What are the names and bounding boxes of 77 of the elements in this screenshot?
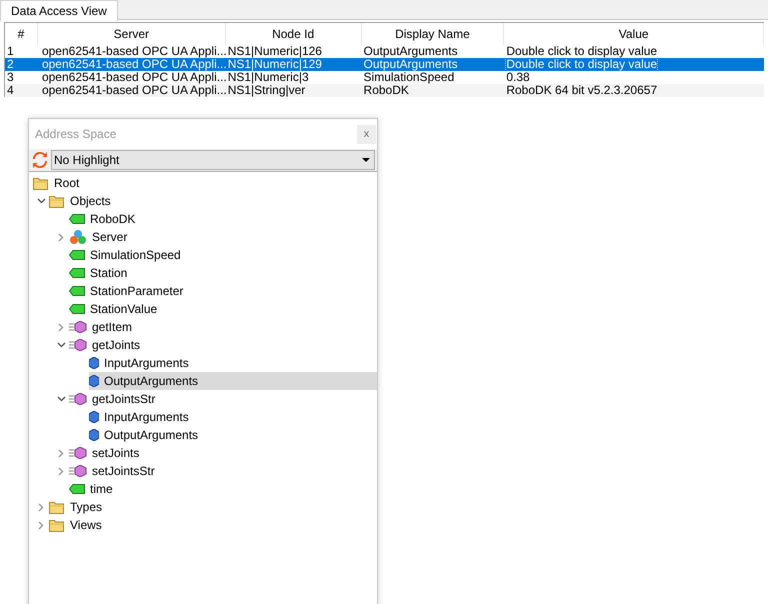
table-cell: NS1|Numeric|126 bbox=[228, 45, 322, 58]
table-row[interactable]: 2 open62541-based OPC UA Appli...NS1|Numeric|129 OutputArguments Double click to display value bbox=[5, 58, 764, 71]
table-cell: open62541-based OPC UA Appli... bbox=[42, 58, 226, 71]
tree-item[interactable]: Views bbox=[49, 516, 106, 534]
table-cell: OutputArguments bbox=[364, 58, 458, 71]
collapse-icon[interactable] bbox=[56, 342, 66, 348]
table-cell: 3 bbox=[7, 71, 14, 84]
panel-title: Address Space bbox=[35, 126, 118, 143]
view-tab[interactable]: Data Access View bbox=[0, 0, 118, 21]
method-icon bbox=[69, 321, 87, 333]
tree-item[interactable]: SimulationSpeed bbox=[69, 246, 185, 264]
tree-item[interactable]: InputArguments bbox=[89, 354, 193, 372]
expand-icon[interactable] bbox=[58, 322, 64, 332]
caret-icon bbox=[362, 158, 370, 162]
folder-icon bbox=[49, 518, 65, 532]
table-cell: OutputArguments bbox=[364, 45, 458, 58]
tag-icon bbox=[69, 250, 85, 260]
expand-icon[interactable] bbox=[38, 520, 44, 530]
table-cell: open62541-based OPC UA Appli... bbox=[42, 84, 226, 97]
tag-icon bbox=[69, 304, 85, 314]
tree-item[interactable]: setJoints bbox=[69, 444, 144, 462]
tree-item[interactable]: Station bbox=[69, 264, 132, 282]
tree-item[interactable]: Types bbox=[49, 498, 106, 516]
method-icon bbox=[69, 447, 87, 459]
tree-item[interactable]: time bbox=[69, 480, 117, 498]
tag-icon bbox=[69, 214, 85, 224]
collapse-icon[interactable] bbox=[36, 198, 46, 204]
expand-icon[interactable] bbox=[58, 232, 64, 242]
collapse-icon[interactable] bbox=[56, 396, 66, 402]
tree-item[interactable]: InputArguments bbox=[89, 408, 193, 426]
table-cell: Double click to display value bbox=[506, 45, 658, 58]
tree-item[interactable]: Server bbox=[69, 228, 132, 246]
tree-item[interactable]: RoboDK bbox=[69, 210, 140, 228]
tree-item[interactable]: Root bbox=[33, 174, 84, 192]
tree-item[interactable]: StationValue bbox=[69, 300, 162, 318]
property-icon bbox=[89, 429, 99, 441]
table-cell: RoboDK 64 bit v5.2.3.20657 bbox=[506, 84, 658, 97]
table-row[interactable]: 4 open62541-based OPC UA Appli...NS1|String|ver RoboDK RoboDK 64 bit v5.2.3.20657 bbox=[5, 84, 764, 97]
table-cell: 2 bbox=[7, 58, 14, 71]
table-cell: SimulationSpeed bbox=[364, 71, 454, 84]
table-cell: open62541-based OPC UA Appli... bbox=[42, 71, 226, 84]
tree-item[interactable]: OutputArguments bbox=[89, 426, 202, 444]
expand-icon[interactable] bbox=[58, 466, 64, 476]
expand-icon[interactable] bbox=[58, 448, 64, 458]
tag-icon bbox=[69, 268, 85, 278]
cubes-icon bbox=[69, 229, 87, 245]
method-icon bbox=[69, 339, 87, 351]
folder-icon bbox=[49, 500, 65, 514]
folder-icon bbox=[33, 176, 49, 190]
folder-icon bbox=[49, 194, 65, 208]
tree-item[interactable]: setJointsStr bbox=[69, 462, 159, 480]
tree-item[interactable]: OutputArguments bbox=[89, 372, 377, 390]
table-cell: NS1|Numeric|129 bbox=[228, 58, 322, 71]
tree-item[interactable]: getJointsStr bbox=[69, 390, 160, 408]
tree-item[interactable]: getJoints bbox=[69, 336, 144, 354]
property-icon bbox=[89, 375, 99, 387]
property-icon bbox=[89, 411, 99, 423]
tree-item[interactable]: getItem bbox=[69, 318, 136, 336]
tree-item[interactable]: Objects bbox=[49, 192, 115, 210]
table-cell: 1 bbox=[7, 45, 14, 58]
close-button[interactable]: x bbox=[357, 124, 376, 144]
table-cell: NS1|String|ver bbox=[228, 84, 306, 97]
highlight-dropdown[interactable]: No Highlight bbox=[51, 150, 375, 170]
tag-icon bbox=[69, 484, 85, 494]
method-icon bbox=[69, 465, 87, 477]
table-cell: 0.38 bbox=[506, 71, 530, 84]
expand-icon[interactable] bbox=[38, 502, 44, 512]
property-icon bbox=[89, 357, 99, 369]
table-cell: open62541-based OPC UA Appli... bbox=[42, 45, 226, 58]
method-icon bbox=[69, 393, 87, 405]
tag-icon bbox=[69, 286, 85, 296]
table-cell: RoboDK bbox=[364, 84, 409, 97]
table-cell: Double click to display value bbox=[506, 58, 658, 71]
table-cell: NS1|Numeric|3 bbox=[228, 71, 309, 84]
tree-item[interactable]: StationParameter bbox=[69, 282, 188, 300]
refresh-icon[interactable] bbox=[32, 152, 48, 168]
table-cell: 4 bbox=[7, 84, 14, 97]
